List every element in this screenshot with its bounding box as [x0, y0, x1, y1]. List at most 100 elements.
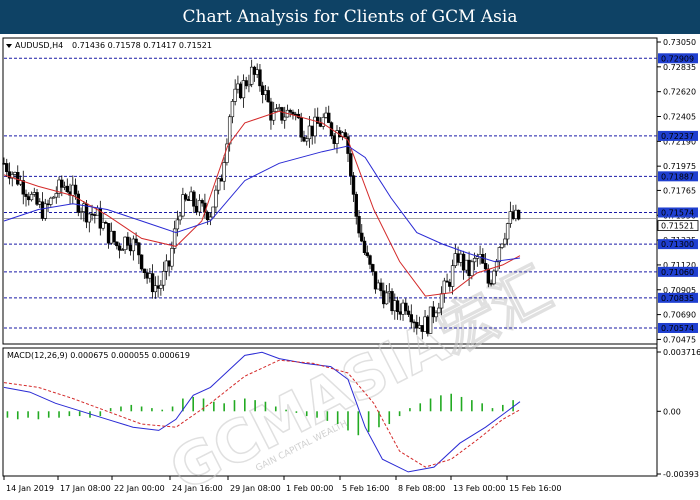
candle-body	[260, 85, 265, 96]
candle-body	[148, 273, 152, 279]
candle-body	[238, 83, 243, 99]
candle-body	[423, 316, 427, 332]
candle-body	[461, 253, 466, 271]
macd-histogram-bar	[295, 411, 298, 413]
candle-body	[109, 230, 114, 244]
current-price-label: 0.71521	[661, 222, 694, 231]
macd-histogram-bar	[37, 411, 40, 420]
candle-body	[145, 272, 149, 279]
candle-body	[153, 285, 158, 293]
candle-body	[291, 111, 295, 115]
x-axis-tick-label: 1 Feb 00:00	[286, 484, 333, 493]
candle-body	[321, 116, 325, 127]
candle-body	[200, 200, 204, 204]
macd-histogram-bar	[440, 395, 442, 412]
macd-axis-tick-label: 0.003716	[663, 348, 700, 357]
macd-histogram-bar	[202, 398, 205, 412]
candle-body	[241, 80, 246, 99]
chart-title: Chart Analysis for Clients of GCM Asia	[0, 0, 700, 34]
macd-histogram-bar	[254, 400, 256, 412]
candle-body	[21, 180, 25, 195]
macd-histogram-bar	[78, 411, 81, 417]
candle-body	[35, 192, 39, 205]
candle-body	[192, 191, 196, 207]
macd-histogram-bar	[68, 411, 71, 417]
candle-body	[459, 253, 463, 263]
macd-histogram-bar	[6, 411, 9, 418]
price-axis-tick-label: 0.72835	[663, 63, 696, 72]
candle-body	[428, 306, 433, 334]
candle-body	[467, 259, 471, 277]
candle-body	[51, 196, 56, 199]
candle-body	[164, 260, 169, 272]
macd-histogram-bar	[336, 411, 339, 425]
candle-body	[453, 253, 458, 267]
candle-body	[280, 107, 284, 121]
candle-body	[316, 116, 320, 124]
candle-body	[406, 310, 411, 315]
candle-body	[415, 322, 419, 329]
candle-body	[230, 101, 235, 118]
candle-body	[318, 123, 323, 127]
candle-body	[384, 292, 389, 305]
candle-body	[236, 83, 240, 90]
candle-body	[104, 222, 108, 224]
macd-histogram-bar	[16, 411, 19, 420]
candle-body	[492, 270, 496, 285]
candle-body	[398, 311, 402, 315]
macd-histogram-bar	[264, 401, 267, 412]
candle-body	[16, 172, 20, 185]
candle-body	[393, 300, 397, 312]
level-label: 0.71300	[661, 240, 694, 249]
candle-body	[456, 253, 460, 263]
candle-body	[131, 238, 136, 252]
candle-body	[150, 273, 155, 293]
candle-body	[65, 185, 69, 193]
candle-body	[324, 112, 328, 118]
candle-body	[483, 263, 488, 270]
candle-body	[371, 264, 375, 272]
candle-body	[186, 199, 191, 201]
candle-body	[365, 252, 369, 256]
candle-body	[450, 265, 455, 287]
candle-body	[332, 135, 336, 144]
macd-axis-tick-label: -0.00393	[663, 470, 699, 479]
candle-body	[216, 178, 221, 191]
candle-body	[503, 238, 507, 245]
candle-body	[79, 211, 83, 213]
candle-body	[93, 214, 97, 216]
level-label: 0.70574	[661, 324, 694, 333]
candle-body	[24, 193, 28, 197]
macd-histogram-bar	[285, 409, 287, 412]
ohlc-label: 0.71436 0.71578 0.71417 0.71521	[72, 41, 212, 50]
candle-body	[233, 88, 237, 102]
level-label: 0.71887	[661, 172, 694, 181]
candle-body	[382, 290, 386, 305]
candle-body	[183, 194, 188, 200]
macd-histogram-bar	[491, 408, 494, 412]
candle-body	[505, 223, 510, 240]
candle-body	[489, 282, 493, 285]
x-axis-tick-label: 17 Jan 08:00	[60, 484, 111, 493]
candle-body	[448, 281, 452, 287]
candle-body	[305, 138, 309, 142]
candle-body	[5, 163, 9, 172]
candle-body	[368, 255, 372, 265]
candle-body	[417, 325, 422, 329]
macd-histogram-bar	[109, 408, 112, 412]
price-axis-tick-label: 0.71765	[663, 186, 696, 195]
macd-histogram-bar	[502, 404, 504, 412]
candle-body	[445, 280, 449, 283]
x-axis-tick-label: 5 Feb 16:00	[342, 484, 389, 493]
x-axis-tick-label: 24 Jan 16:00	[172, 484, 223, 493]
candle-body	[516, 209, 521, 220]
macd-histogram-bar	[161, 409, 164, 412]
macd-histogram-bar	[357, 411, 360, 436]
macd-histogram-bar	[429, 398, 432, 412]
candle-body	[38, 201, 42, 205]
candle-body	[412, 321, 416, 324]
macd-histogram-bar	[130, 404, 133, 412]
macd-histogram-bar	[244, 398, 246, 412]
macd-histogram-bar	[347, 411, 349, 431]
chart-area: GCMASIA宏汇 GAIN CAPITAL WEALTH 0.730500.7…	[2, 37, 700, 500]
